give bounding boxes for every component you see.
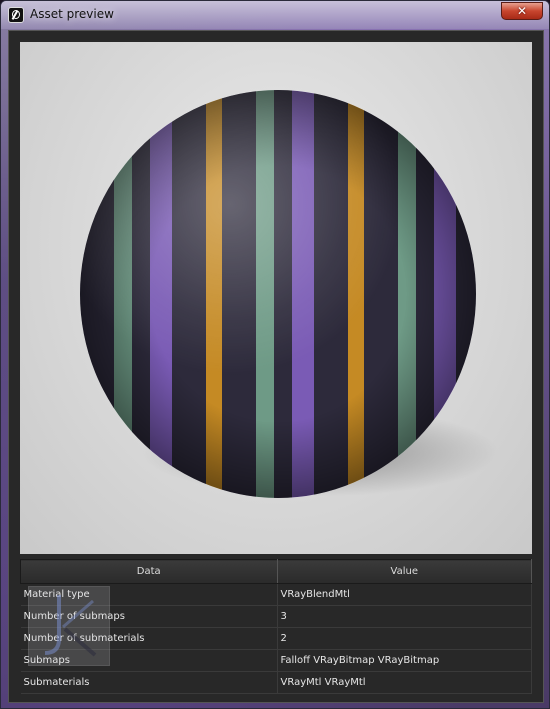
row-value-cell: VRayMtl VRayMtl: [277, 671, 532, 694]
app-icon: [8, 7, 24, 23]
asset-preview-window: Asset preview ✕ Data Value Material type…: [0, 0, 550, 709]
title-bar[interactable]: Asset preview ✕: [1, 1, 549, 29]
logo-icon: [44, 595, 97, 657]
row-data-cell: Submaterials: [20, 671, 278, 694]
logo-watermark: [28, 586, 110, 666]
striped-fabric-sphere: [80, 90, 476, 498]
window-title: Asset preview: [30, 7, 114, 21]
column-header-data[interactable]: Data: [20, 559, 278, 584]
column-header-value[interactable]: Value: [276, 559, 532, 584]
row-value-cell: 3: [277, 605, 532, 628]
table-row[interactable]: Submaterials VRayMtl VRayMtl: [20, 671, 532, 694]
table-header-row: Data Value: [20, 559, 532, 584]
material-preview-image: [20, 42, 532, 554]
row-value-cell: 2: [277, 627, 532, 650]
row-value-cell: Falloff VRayBitmap VRayBitmap: [277, 649, 532, 672]
row-value-cell: VRayBlendMtl: [277, 583, 532, 606]
close-button[interactable]: ✕: [501, 2, 543, 20]
